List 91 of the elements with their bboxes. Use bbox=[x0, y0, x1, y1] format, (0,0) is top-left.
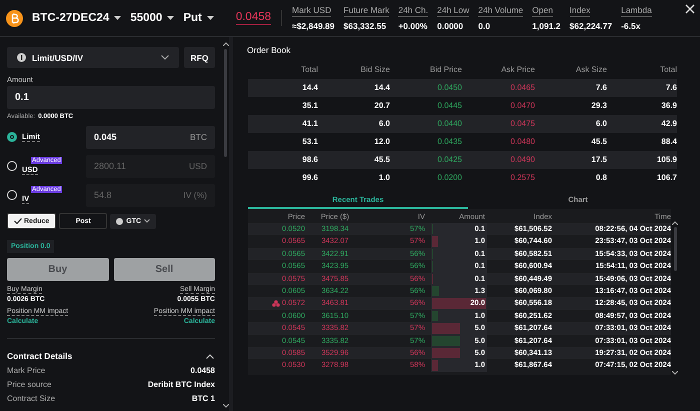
stat-label: 24h Volume bbox=[478, 5, 524, 17]
rfq-button[interactable]: RFQ bbox=[184, 47, 215, 68]
bitcoin-icon bbox=[6, 10, 23, 26]
stat-label: Open bbox=[532, 5, 553, 17]
close-icon bbox=[685, 4, 695, 14]
table-cell-text: 36.9 bbox=[660, 100, 677, 112]
table-cell-text: 0.0480 bbox=[510, 136, 535, 148]
table-cell: 0.0490 bbox=[462, 151, 535, 169]
stat-value: 0.0000 bbox=[437, 21, 464, 31]
detail-label: Contract Size bbox=[7, 394, 56, 403]
chevron-up-icon bbox=[206, 354, 214, 358]
table-cell-text: 0.8 bbox=[594, 172, 607, 184]
table-cell-text: 88.4 bbox=[660, 136, 677, 148]
table-cell-text: 20.7 bbox=[373, 100, 390, 112]
detail-value: BTC 1 bbox=[192, 394, 215, 403]
stat-value: 0.0 bbox=[478, 21, 492, 31]
stat-value: $63,332.55 bbox=[344, 21, 388, 31]
table-cell: 41.1 bbox=[248, 115, 318, 133]
table-cell-text: 35.1 bbox=[301, 100, 318, 112]
check-icon bbox=[14, 218, 22, 224]
caret-icon bbox=[206, 16, 214, 20]
chevron-down-icon bbox=[161, 55, 169, 60]
table-cell-text: 1.0 bbox=[378, 172, 390, 184]
section-title: Contract Details bbox=[7, 351, 72, 361]
scroll-down-icon bbox=[672, 370, 678, 375]
table-cell: 0.0475 bbox=[462, 115, 535, 133]
block-trade-icon bbox=[272, 300, 280, 308]
stat-value: 1,091.2 bbox=[532, 21, 561, 31]
table-cell-text: 0.0445 bbox=[436, 100, 462, 112]
table-cell: 105.9 bbox=[607, 151, 677, 169]
stat-value: $62,224.77 bbox=[570, 21, 612, 31]
stat-label: Index bbox=[570, 5, 590, 17]
table-cell: 42.9 bbox=[607, 115, 677, 133]
detail-value: Deribit BTC Index bbox=[148, 380, 215, 389]
amount-field[interactable]: 0.1 bbox=[7, 86, 215, 109]
table-cell-text: 0.0470 bbox=[510, 100, 535, 112]
scroll-up-icon bbox=[672, 221, 678, 225]
panel-title: Order Book bbox=[247, 45, 292, 55]
collapse-button[interactable] bbox=[205, 352, 215, 360]
stat-label: 24h Low bbox=[437, 5, 470, 17]
detail-label: Price source bbox=[7, 380, 52, 389]
table-cell: 98.6 bbox=[248, 151, 318, 169]
stat-label: Mark USD bbox=[292, 5, 332, 17]
option-type-selector[interactable]: Put bbox=[183, 12, 214, 24]
stat-value: ≈$2,849.89 bbox=[292, 21, 335, 31]
detail-label: Mark Price bbox=[7, 366, 46, 375]
column-header: Total bbox=[300, 64, 318, 76]
table-cell-text: 53.1 bbox=[301, 136, 318, 148]
strike-selector[interactable]: 55000 bbox=[130, 12, 174, 24]
radio-button[interactable] bbox=[7, 132, 17, 142]
close-button[interactable] bbox=[684, 3, 696, 15]
table-cell: 0.0425 bbox=[390, 151, 462, 169]
table-cell: 17.5 bbox=[535, 151, 607, 169]
last-price: 0.0458 bbox=[236, 11, 272, 25]
table-cell-text: 99.6 bbox=[301, 172, 318, 184]
stat-value: -6.5x bbox=[621, 21, 642, 31]
order-type-dropdown[interactable]: Limit/USD/IV bbox=[7, 47, 179, 68]
table-cell: 14.4 bbox=[318, 79, 390, 97]
instrument-selector[interactable]: BTC-27DEC24 bbox=[32, 12, 122, 24]
table-cell: 6.0 bbox=[318, 115, 390, 133]
stat-label: 24h Ch. bbox=[398, 5, 428, 17]
table-cell: 6.0 bbox=[535, 115, 607, 133]
table-cell: 45.5 bbox=[318, 151, 390, 169]
column-header: Bid Price bbox=[428, 64, 462, 76]
stat-label: Future Mark bbox=[344, 5, 390, 17]
table-cell-text: 0.2575 bbox=[510, 172, 535, 184]
table-cell-text: 0.0200 bbox=[436, 172, 462, 184]
caret-icon bbox=[167, 16, 174, 20]
stat-value: +0.00% bbox=[398, 21, 428, 31]
table-cell: 0.0440 bbox=[390, 115, 462, 133]
scroll-up-icon bbox=[222, 42, 228, 46]
table-cell: 0.0450 bbox=[390, 79, 462, 97]
chevron-down-icon bbox=[144, 219, 150, 223]
detail-value: 0.0458 bbox=[190, 366, 215, 375]
column-header: Ask Price bbox=[500, 64, 535, 76]
price-field[interactable]: 0.045 BTC bbox=[86, 126, 215, 148]
table-cell: 7.6 bbox=[535, 79, 607, 97]
stat-label: Lambda bbox=[621, 5, 652, 17]
column-header: Ask Size bbox=[574, 64, 607, 76]
table-cell-text: 45.5 bbox=[590, 136, 607, 148]
table-cell-text: 0.0435 bbox=[436, 136, 462, 148]
table-cell-text: 29.3 bbox=[590, 100, 607, 112]
table-cell: 0.0465 bbox=[462, 79, 535, 97]
caret-icon bbox=[114, 16, 122, 20]
column-header: Bid Size bbox=[360, 64, 390, 76]
table-cell: 7.6 bbox=[607, 79, 677, 97]
table-cell-text: 106.7 bbox=[656, 172, 677, 184]
table-cell-text: 12.0 bbox=[373, 136, 390, 148]
table-cell: 14.4 bbox=[248, 79, 318, 97]
column-header: Total bbox=[659, 64, 677, 76]
scroll-down-icon bbox=[222, 404, 228, 408]
